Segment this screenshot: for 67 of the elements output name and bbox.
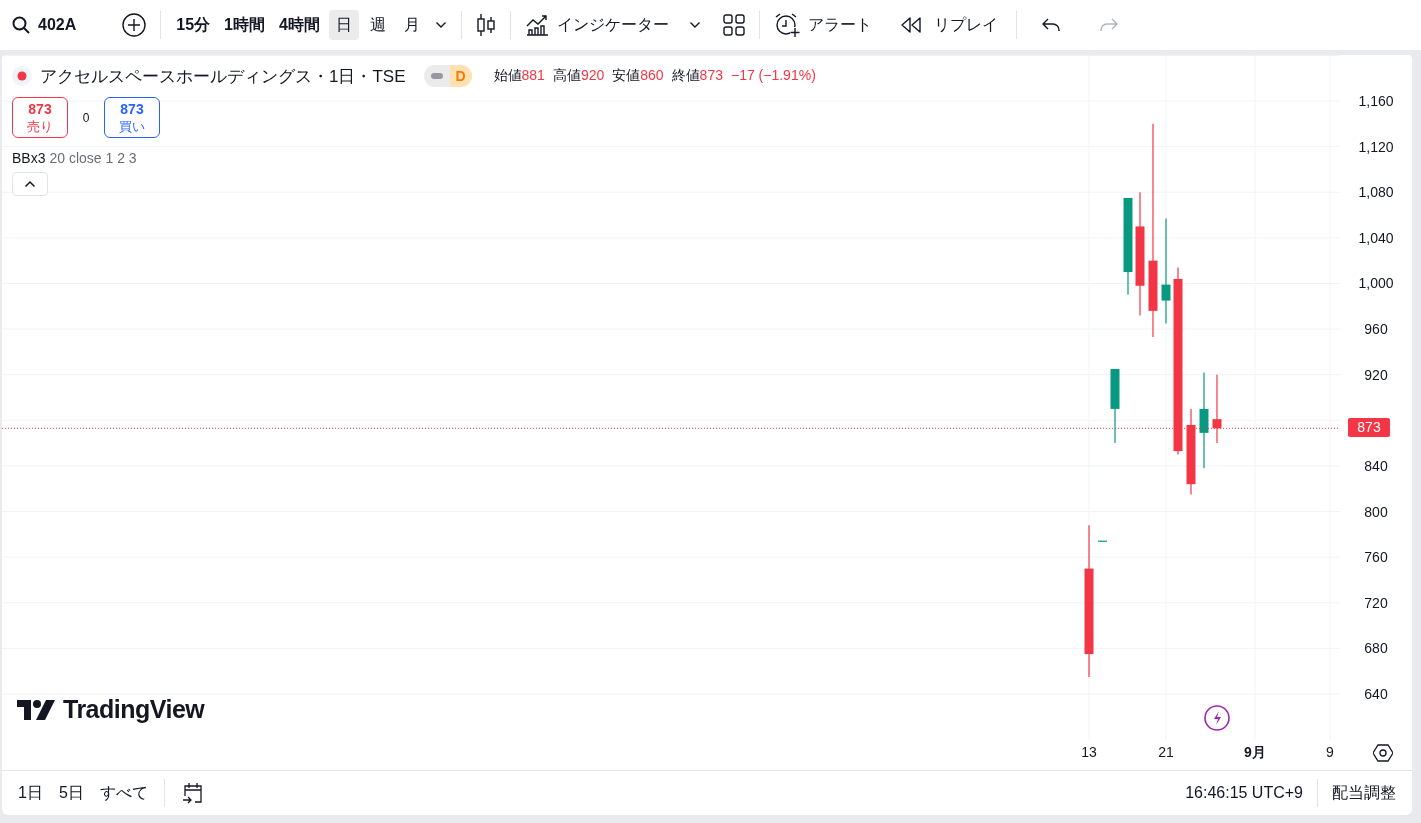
chevron-down-icon	[434, 21, 447, 29]
grid-icon	[722, 14, 745, 36]
time-tick-label: 9	[1326, 744, 1334, 760]
interval-tab[interactable]: 日	[328, 10, 359, 40]
indicators-button[interactable]: インジケーター	[518, 10, 675, 40]
interval-tab[interactable]: 1時間	[217, 10, 272, 40]
symbol-title: アクセルスペースホールディングス・1日・TSE	[40, 65, 406, 88]
sell-button[interactable]: 873 売り	[12, 97, 68, 138]
range-button[interactable]: すべて	[91, 778, 156, 808]
price-tick-label: 680	[1363, 640, 1389, 657]
alert-button[interactable]: アラート	[767, 10, 878, 40]
price-tick-label: 1,080	[1357, 184, 1395, 201]
ohlc-value: 始値881	[493, 67, 545, 85]
time-tick-label: 9月	[1244, 744, 1266, 760]
data-status-badge: D	[449, 65, 472, 87]
price-tick-label: 960	[1363, 321, 1389, 338]
chevron-down-icon	[688, 21, 701, 29]
time-tick-label: 21	[1158, 744, 1174, 760]
range-button[interactable]: 5日	[50, 778, 92, 808]
price-change: −17 (−1.91%)	[730, 67, 816, 85]
chevron-up-icon	[24, 180, 36, 188]
dash-icon	[430, 73, 443, 79]
replay-button[interactable]: リプレイ	[893, 10, 1004, 40]
candlestick-icon	[475, 12, 496, 38]
collapse-button[interactable]	[12, 172, 48, 196]
spread-value: 0	[81, 110, 91, 125]
calendar-arrow-icon	[180, 781, 205, 805]
logo-icon	[17, 699, 55, 720]
clock-time: 16:46:15 UTC+9	[1185, 784, 1304, 802]
market-status-icon	[12, 66, 32, 86]
search-icon	[12, 16, 30, 34]
symbol-search-button[interactable]: 402A	[12, 10, 79, 40]
candlestick	[1212, 374, 1222, 444]
price-tick-label: 760	[1363, 549, 1389, 566]
price-tick-label: 800	[1363, 503, 1389, 520]
indicator-params: 20 close 1 2 3	[49, 150, 137, 166]
interval-tab[interactable]: 週	[362, 10, 393, 40]
range-button[interactable]: 1日	[10, 778, 51, 808]
ohlc-value: 高値920	[552, 67, 605, 85]
ohlc-value: 安値860	[612, 67, 664, 85]
time-tick-label: 13	[1081, 744, 1097, 760]
price-tick-label: 1,040	[1357, 229, 1395, 246]
candlestick	[1098, 540, 1107, 542]
last-price-label: 873	[1348, 418, 1390, 438]
price-tick-label: 840	[1363, 457, 1389, 474]
settings-icon[interactable]	[1373, 743, 1393, 763]
ohlc-value: 終値873	[671, 67, 723, 85]
plus-circle-icon	[122, 13, 147, 37]
indicator-name: BBx3	[12, 150, 46, 166]
price-tick-label: 1,120	[1357, 138, 1395, 155]
brand-name: TradingView	[63, 695, 205, 724]
alarm-clock-plus-icon	[773, 12, 800, 38]
interval-tab[interactable]: 月	[396, 10, 427, 40]
price-tick-label: 720	[1363, 594, 1389, 611]
price-tick-label: 640	[1363, 686, 1389, 702]
price-tick-label: 920	[1363, 366, 1389, 383]
indicator-chart-icon	[524, 13, 549, 37]
redo-icon	[1098, 17, 1119, 33]
price-tick-label: 1,000	[1357, 275, 1395, 292]
price-tick-label: 1,160	[1357, 93, 1395, 109]
buy-button[interactable]: 873 買い	[104, 97, 160, 138]
undo-icon	[1040, 17, 1061, 33]
interval-tab[interactable]: 4時間	[271, 10, 327, 40]
interval-tab[interactable]: 15分	[169, 10, 218, 40]
lightning-icon[interactable]	[1204, 705, 1230, 731]
dividend-adjust-button[interactable]: 配当調整	[1324, 778, 1404, 808]
rewind-icon	[899, 16, 922, 34]
